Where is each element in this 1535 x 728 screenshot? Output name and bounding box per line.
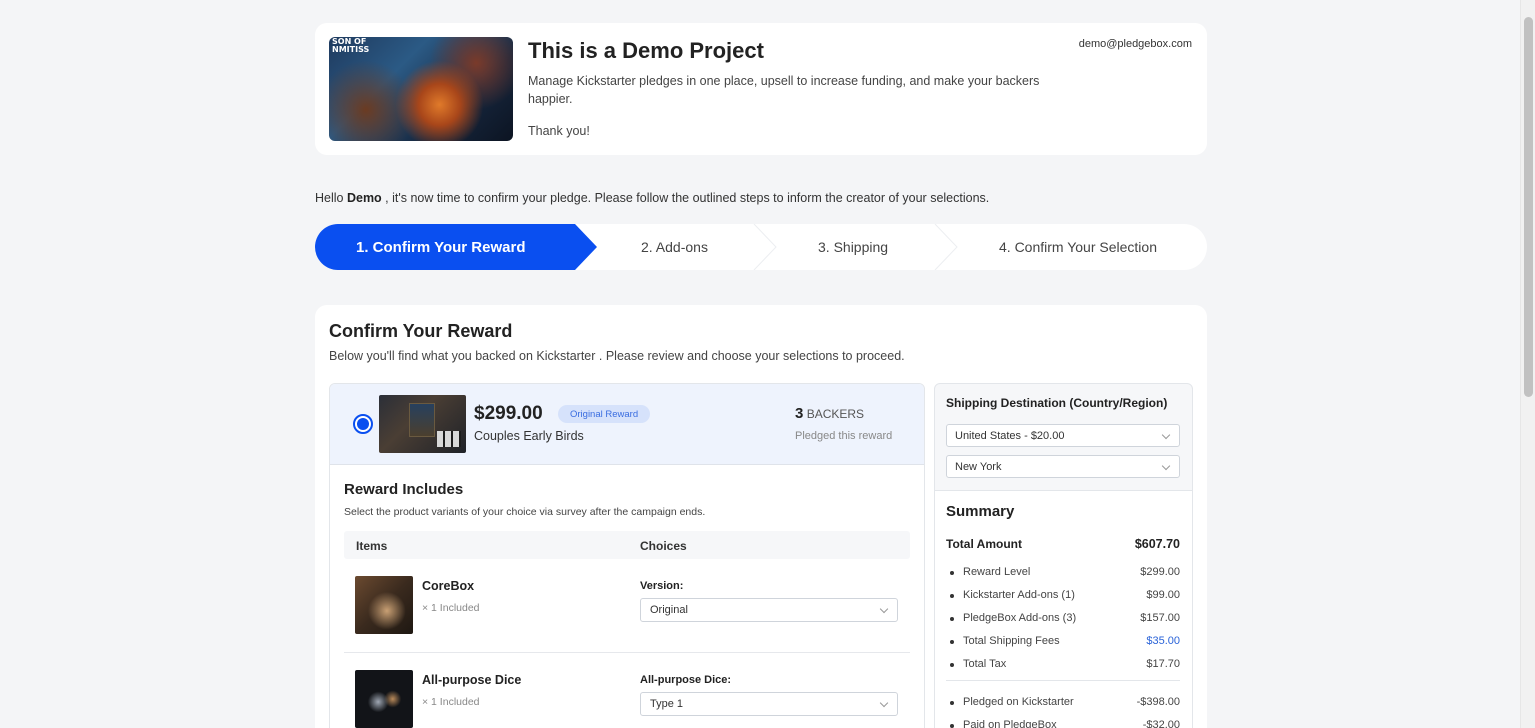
- choice-label: Version:: [640, 580, 684, 592]
- choice-label: All-purpose Dice:: [640, 674, 732, 686]
- confirm-reward-card: Confirm Your Reward Below you'll find wh…: [315, 305, 1207, 728]
- reward-panel: $299.00 Original Reward Couples Early Bi…: [329, 383, 925, 728]
- total-amount-value: $607.70: [1134, 537, 1180, 551]
- reward-image: [379, 395, 466, 453]
- chevron-down-icon: [1161, 461, 1171, 471]
- step-shipping[interactable]: 3. Shipping: [818, 224, 888, 270]
- greeting-text: Hello Demo , it's now time to confirm yo…: [315, 191, 990, 205]
- scrollbar-thumb[interactable]: [1524, 17, 1533, 397]
- radio-selected-dot: [357, 418, 369, 430]
- summary-title: Summary: [946, 503, 1015, 520]
- item-quantity: × 1 Included: [422, 602, 480, 614]
- project-title: This is a Demo Project: [528, 38, 764, 63]
- items-table-header: Items Choices: [344, 531, 910, 559]
- backers-caption: Pledged this reward: [795, 430, 893, 442]
- table-row: All-purpose Dice × 1 Included All-purpos…: [344, 654, 910, 728]
- reward-radio[interactable]: [353, 414, 373, 434]
- step-progress-bar: 1. Confirm Your Reward 2. Add-ons 3. Shi…: [315, 224, 1207, 270]
- country-select[interactable]: United States - $20.00: [946, 424, 1180, 447]
- item-name: CoreBox: [422, 579, 475, 593]
- reward-option[interactable]: $299.00 Original Reward Couples Early Bi…: [330, 384, 924, 465]
- column-choices: Choices: [640, 539, 687, 553]
- reward-includes-title: Reward Includes: [344, 481, 464, 498]
- section-subtitle: Below you'll find what you backed on Kic…: [329, 349, 905, 363]
- reward-price: $299.00: [474, 403, 543, 424]
- shipping-summary-panel: Shipping Destination (Country/Region) Un…: [934, 383, 1193, 728]
- step-confirm-reward[interactable]: 1. Confirm Your Reward: [315, 224, 597, 270]
- project-cover-image: SON OF NMITISS: [329, 37, 513, 141]
- version-select[interactable]: Original: [640, 598, 898, 622]
- step-add-ons[interactable]: 2. Add-ons: [641, 224, 708, 270]
- summary-divider: [946, 680, 1180, 681]
- table-row: CoreBox × 1 Included Version: Original: [344, 560, 910, 653]
- project-header-card: SON OF NMITISS This is a Demo Project Ma…: [315, 23, 1207, 155]
- dice-image: [355, 670, 413, 728]
- reward-includes-subtitle: Select the product variants of your choi…: [344, 506, 706, 518]
- total-amount-label: Total Amount: [946, 537, 1022, 551]
- project-description: Manage Kickstarter pledges in one place,…: [528, 74, 1040, 106]
- region-select[interactable]: New York: [946, 455, 1180, 478]
- column-items: Items: [356, 539, 388, 553]
- chevron-down-icon: [879, 698, 889, 708]
- dice-type-select[interactable]: Type 1: [640, 692, 898, 716]
- shipping-fees-link[interactable]: $35.00: [1146, 635, 1180, 647]
- backers-count: 3 BACKERS: [795, 405, 865, 422]
- original-reward-badge: Original Reward: [558, 405, 651, 423]
- step-separator-icon: [753, 224, 777, 270]
- reward-name: Couples Early Birds: [474, 429, 584, 443]
- chevron-down-icon: [879, 604, 889, 614]
- project-logo-text: SON OF NMITISS: [332, 37, 370, 54]
- contact-email[interactable]: demo@pledgebox.com: [1079, 38, 1192, 50]
- shipping-destination-title: Shipping Destination (Country/Region): [946, 396, 1168, 410]
- item-quantity: × 1 Included: [422, 696, 480, 708]
- backer-name: Demo: [346, 191, 382, 205]
- chevron-down-icon: [1161, 430, 1171, 440]
- page-scrollbar[interactable]: [1520, 0, 1535, 728]
- order-summary: Summary Total Amount $607.70 Reward Leve…: [935, 490, 1192, 728]
- item-name: All-purpose Dice: [422, 673, 522, 687]
- project-thanks: Thank you!: [528, 124, 590, 138]
- corebox-image: [355, 576, 413, 634]
- section-title: Confirm Your Reward: [329, 321, 513, 341]
- step-confirm-selection[interactable]: 4. Confirm Your Selection: [999, 224, 1157, 270]
- step-separator-icon: [934, 224, 958, 270]
